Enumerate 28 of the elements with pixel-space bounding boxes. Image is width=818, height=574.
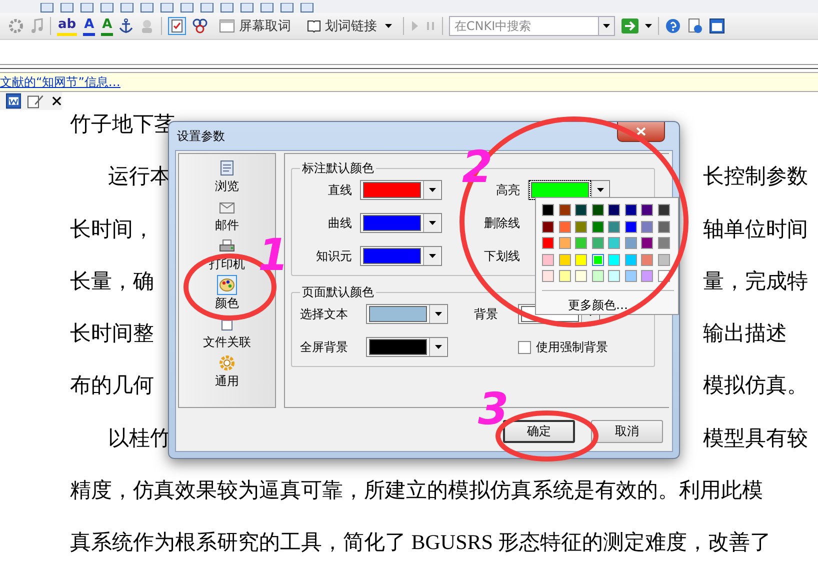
document-text: 运行本 [107, 163, 171, 190]
field-label: 高亮 [495, 182, 520, 198]
document-text: 长量，确 [70, 268, 154, 294]
document-text: 量，完成特 [703, 268, 808, 294]
document-text: 模型具有较 [703, 424, 808, 451]
document-text: 长控制参数 [703, 163, 808, 190]
document-text: 真系统作为根系研究的工具，简化了 BGUSRS 形态特征的测定难度，改善了 [70, 529, 772, 556]
group-title: 标注默认颜色 [301, 160, 375, 177]
field-label: 全屏背景 [300, 338, 349, 356]
field-label: 下划线 [483, 248, 520, 264]
field-label: 曲线 [327, 214, 352, 232]
document-text: 以桂竹 [107, 424, 171, 451]
annotation-number: 1 [258, 234, 289, 278]
document-text: 布的几何 [70, 372, 154, 398]
checkbox-label: 使用强制背景 [536, 338, 608, 356]
field-label: 选择文本 [300, 306, 349, 322]
field-label: 删除线 [483, 214, 520, 232]
document-text: 精度，仿真效果较为逼真可靠，所建立的模拟仿真系统是有效的。利用此模 [70, 477, 763, 504]
field-label: 知识元 [315, 248, 352, 264]
group-title: 页面默认颜色 [301, 284, 375, 301]
document-text: 长时间整 [70, 320, 154, 346]
document-text: 输出描述 [703, 320, 787, 346]
field-label: 背景 [474, 306, 499, 322]
document-text: 轴单位时间 [703, 216, 808, 242]
document-text: 长时间， [70, 216, 154, 242]
field-label: 直线 [327, 182, 352, 198]
document-text: 模拟仿真。 [703, 372, 808, 398]
dialog-title: 设置参数 [177, 128, 225, 144]
